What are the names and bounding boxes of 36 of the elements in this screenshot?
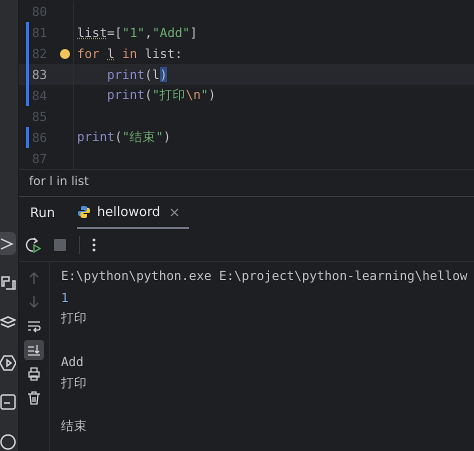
console-output-line: 结束 [61, 418, 87, 435]
rerun-icon[interactable] [25, 237, 41, 253]
run-tab[interactable]: helloword [76, 197, 190, 229]
close-icon[interactable] [170, 208, 180, 216]
stop-icon[interactable] [53, 238, 67, 252]
tool-window-button[interactable] [0, 354, 16, 372]
scroll-to-end-icon [27, 343, 41, 357]
code-line: for l in list: [77, 46, 182, 61]
circle-icon [0, 434, 16, 450]
panel-title: Run [30, 206, 55, 220]
code-line: list=["1","Add"] [77, 25, 198, 40]
tool-window-button[interactable] [0, 232, 16, 256]
console-output-line: Add [61, 354, 84, 370]
wrap-icon [27, 319, 41, 333]
console-output-line: 1 [61, 290, 69, 305]
play-icon [0, 236, 16, 252]
trash-icon [27, 391, 41, 405]
code-line: print("打印\n") [107, 87, 216, 104]
lightbulb-icon[interactable] [60, 48, 70, 58]
breadcrumb[interactable]: for l in list [29, 174, 89, 188]
python-icon [76, 205, 91, 219]
more-icon[interactable] [92, 238, 96, 252]
arrow-up-icon [27, 271, 41, 285]
code-line: print(l) [107, 67, 168, 82]
console-output-line: 打印 [61, 310, 87, 328]
hexagon-play-icon [0, 354, 16, 371]
console-output-line: E:\python\python.exe E:\project\python-learning\hellow [61, 268, 468, 284]
console-output-line: 打印 [61, 374, 87, 392]
printer-icon [27, 367, 41, 381]
tool-window-button[interactable] [0, 433, 16, 451]
code-line: print("结束") [77, 129, 171, 146]
terminal-icon [0, 394, 16, 410]
line-number: 83 [30, 67, 47, 82]
tool-window-button[interactable] [0, 393, 16, 412]
arrow-down-icon [27, 295, 41, 309]
scroll-to-end-button[interactable] [24, 340, 44, 360]
